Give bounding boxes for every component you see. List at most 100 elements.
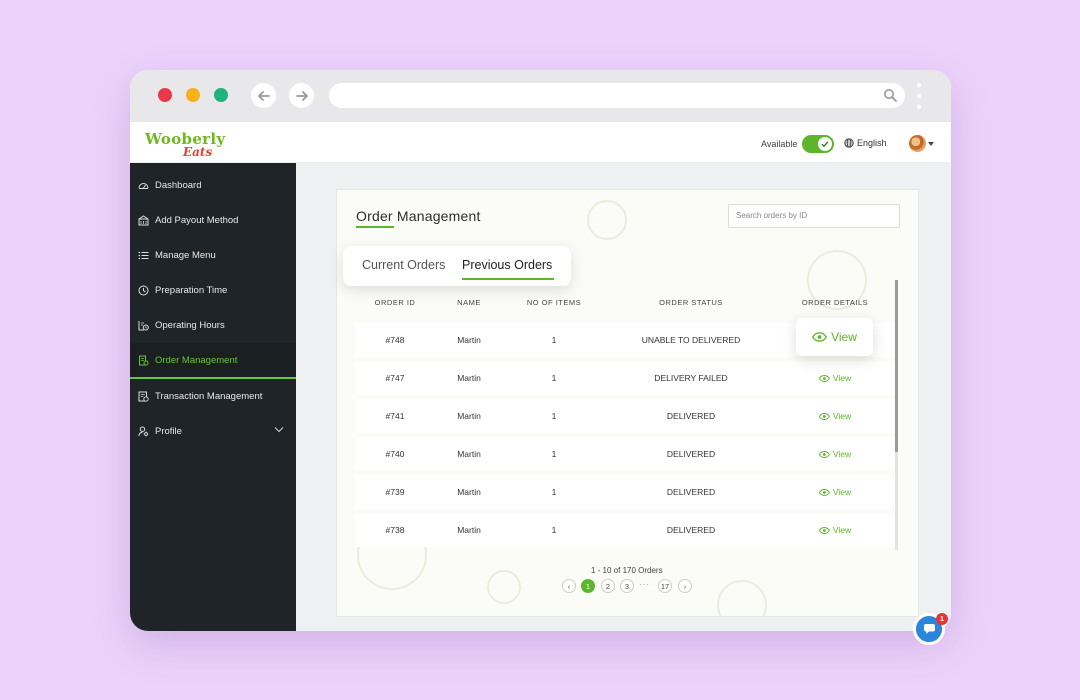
- name-cell: Martin: [457, 487, 481, 497]
- items-cell: 1: [551, 411, 557, 421]
- language-selector[interactable]: English: [844, 138, 887, 148]
- tab-current-orders[interactable]: Current Orders: [362, 258, 445, 272]
- orders-icon: [139, 355, 149, 365]
- table-header: ORDER ID NAME NO OF ITEMS ORDER STATUS O…: [355, 287, 895, 317]
- pagination-ellipsis: ···: [639, 580, 650, 589]
- eye-icon: [818, 450, 830, 458]
- page-button-last[interactable]: 17: [658, 579, 672, 593]
- page-title: Order Management: [356, 208, 481, 224]
- next-page-button[interactable]: ›: [678, 579, 692, 593]
- tab-previous-orders[interactable]: Previous Orders: [462, 258, 552, 272]
- sidebar-item-label: Dashboard: [155, 179, 202, 191]
- arrow-left-icon: [257, 90, 270, 101]
- name-cell: Martin: [457, 373, 481, 383]
- chat-bubble-icon: [923, 624, 935, 634]
- operating-hours-icon: [138, 320, 149, 330]
- available-label: Available: [761, 139, 798, 149]
- globe-icon: [844, 138, 854, 148]
- close-window-dot[interactable]: [158, 88, 172, 102]
- scrollbar-thumb[interactable]: [895, 280, 898, 452]
- status-cell: UNABLE TO DELIVERED: [641, 335, 741, 345]
- background-doodle: [487, 570, 521, 604]
- items-cell: 1: [551, 449, 557, 459]
- sidebar-item-label: Order Management: [155, 354, 238, 366]
- sidebar-item-label: Preparation Time: [155, 284, 228, 296]
- sidebar-item-operating-hours[interactable]: Operating Hours: [130, 308, 296, 342]
- order-id-cell: #740: [385, 449, 405, 459]
- sidebar-item-profile[interactable]: Profile: [130, 414, 296, 448]
- sidebar-item-dashboard[interactable]: Dashboard: [130, 168, 296, 202]
- order-search-input[interactable]: Search orders by ID: [728, 204, 900, 228]
- eye-icon: [818, 412, 830, 420]
- arrow-right-icon: [295, 90, 308, 101]
- view-label: View: [832, 411, 852, 421]
- status-cell: DELIVERED: [666, 525, 716, 535]
- eye-icon: [818, 374, 830, 382]
- view-label: View: [831, 330, 857, 344]
- page-button-1[interactable]: 1: [581, 579, 595, 593]
- minimize-window-dot[interactable]: [186, 88, 200, 102]
- status-cell: DELIVERY FAILED: [654, 373, 728, 383]
- name-cell: Martin: [457, 525, 481, 535]
- magnifier-icon[interactable]: [883, 88, 897, 107]
- table-scrollbar[interactable]: [895, 280, 898, 550]
- browser-menu-icon[interactable]: [917, 83, 921, 109]
- order-id-cell: #738: [385, 525, 405, 535]
- page-button-2[interactable]: 2: [601, 579, 615, 593]
- eye-icon: [812, 332, 828, 342]
- app-header: Wooberly Eats Available English: [130, 122, 951, 163]
- status-cell: DELIVERED: [666, 411, 716, 421]
- background-doodle: [717, 580, 767, 616]
- sidebar-item-label: Manage Menu: [155, 249, 216, 261]
- sidebar-item-preparation-time[interactable]: Preparation Time: [130, 273, 296, 307]
- sidebar-item-manage-menu[interactable]: Manage Menu: [130, 238, 296, 272]
- caret-down-icon[interactable]: [928, 142, 934, 146]
- maximize-window-dot[interactable]: [214, 88, 228, 102]
- sidebar-item-order-management[interactable]: Order Management: [130, 343, 296, 379]
- brand-logo[interactable]: Wooberly Eats: [145, 130, 225, 160]
- column-header-status: ORDER STATUS: [659, 298, 723, 307]
- view-label: View: [832, 449, 852, 459]
- view-order-link[interactable]: View: [818, 373, 852, 383]
- name-cell: Martin: [457, 449, 481, 459]
- view-label: View: [832, 373, 852, 383]
- logo-line2: Eats: [183, 145, 213, 159]
- table-row: #741 Martin 1 DELIVERED View: [355, 399, 895, 433]
- available-toggle[interactable]: [802, 135, 834, 153]
- payout-icon: [138, 214, 149, 225]
- sidebar: Dashboard Add Payout Method Manage Menu …: [130, 163, 296, 631]
- background-doodle: [587, 200, 627, 240]
- status-cell: DELIVERED: [666, 449, 716, 459]
- view-label: View: [832, 487, 852, 497]
- eye-icon: [818, 488, 830, 496]
- sidebar-item-add-payout-method[interactable]: Add Payout Method: [130, 203, 296, 237]
- items-cell: 1: [551, 525, 557, 535]
- view-order-link[interactable]: View: [818, 411, 852, 421]
- items-cell: 1: [551, 373, 557, 383]
- browser-chrome: [130, 70, 951, 122]
- eye-icon: [818, 526, 830, 534]
- view-order-button-highlighted[interactable]: View: [796, 318, 873, 356]
- active-tab-underline: [462, 278, 554, 280]
- chevron-down-icon[interactable]: [274, 426, 284, 433]
- avatar[interactable]: [909, 135, 926, 152]
- column-header-details: ORDER DETAILS: [801, 298, 869, 307]
- back-button[interactable]: [251, 83, 276, 108]
- sidebar-item-label: Add Payout Method: [155, 214, 239, 226]
- prev-page-button[interactable]: ‹: [562, 579, 576, 593]
- order-id-cell: #739: [385, 487, 405, 497]
- dashboard-gauge-icon: [138, 182, 149, 189]
- clock-icon: [138, 285, 149, 295]
- search-placeholder: Search orders by ID: [736, 211, 808, 220]
- sidebar-item-transaction-management[interactable]: Transaction Management: [130, 379, 296, 413]
- forward-button[interactable]: [289, 83, 314, 108]
- column-header-order-id: ORDER ID: [374, 298, 416, 307]
- view-order-link[interactable]: View: [818, 449, 852, 459]
- address-bar[interactable]: [329, 83, 905, 108]
- name-cell: Martin: [457, 411, 481, 421]
- sidebar-item-label: Profile: [155, 425, 182, 437]
- view-order-link[interactable]: View: [818, 487, 852, 497]
- order-id-cell: #747: [385, 373, 405, 383]
- view-order-link[interactable]: View: [818, 525, 851, 535]
- page-button-3[interactable]: 3: [620, 579, 634, 593]
